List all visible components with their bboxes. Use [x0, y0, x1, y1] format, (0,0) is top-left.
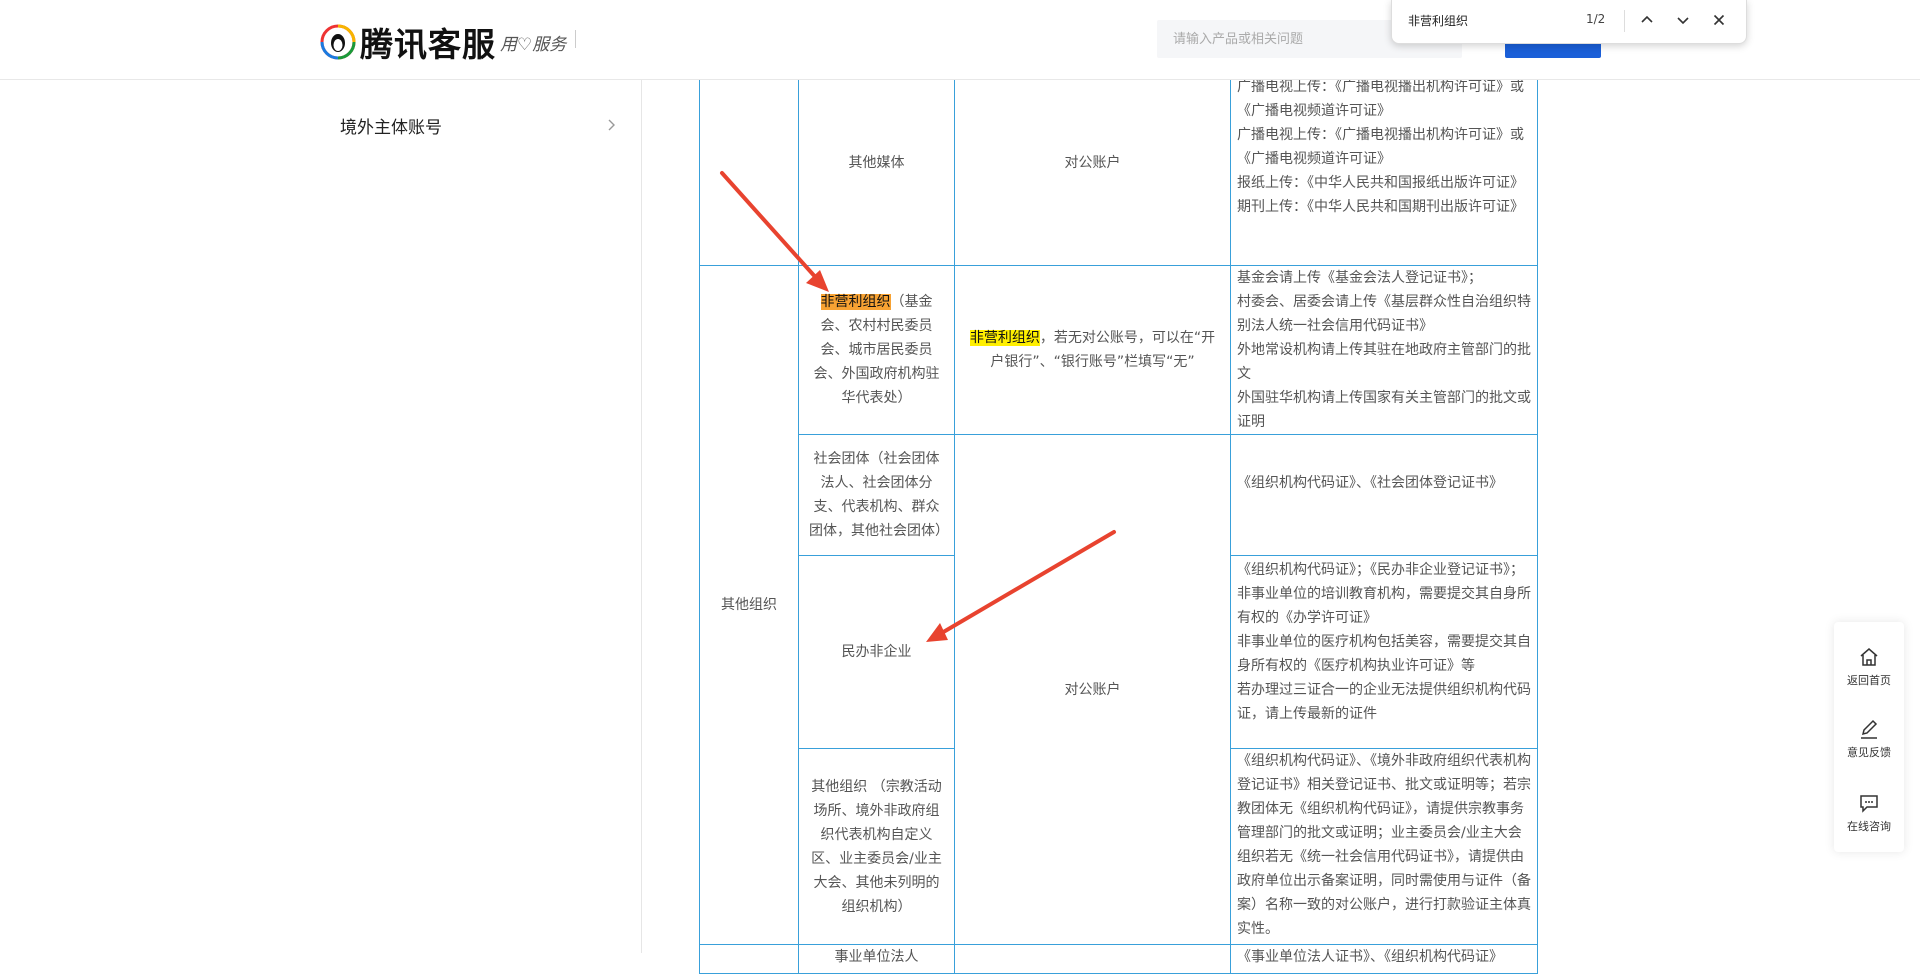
- find-close-button[interactable]: [1704, 6, 1734, 36]
- table-cell-empty-category: [699, 60, 799, 266]
- logo-divider: [575, 30, 576, 48]
- sidebar-item-overseas-account[interactable]: 境外主体账号: [340, 110, 618, 140]
- table-cell-type-other-org: 其他组织 （宗教活动场所、境外非政府组织代表机构自定义区、业主委员会/业主大会、…: [798, 748, 955, 945]
- logo-slogan: 用♡服务: [500, 34, 567, 55]
- find-previous-button[interactable]: [1632, 6, 1662, 36]
- back-home-button[interactable]: 返回首页: [1834, 632, 1904, 702]
- home-icon: [1860, 648, 1878, 666]
- close-icon: [1713, 14, 1725, 25]
- table-cell-account-nonprofit: 非营利组织，若无对公账号，可以在“开户银行”、“银行账号”栏填写“无”: [954, 265, 1231, 435]
- find-highlight-match: 非营利组织: [969, 330, 1040, 346]
- table-cell-account: 对公账户: [954, 60, 1231, 266]
- table-cell-requirements-nonprofit: 基金会请上传《基金会法人登记证书》； 村委会、居委会请上传《基层群众性自治组织特…: [1230, 265, 1538, 435]
- find-input[interactable]: 非营利组织: [1408, 12, 1468, 29]
- table-cell-type: 其他媒体: [798, 60, 955, 266]
- tencent-penguin-icon: [320, 24, 356, 60]
- back-home-label: 返回首页: [1847, 674, 1891, 687]
- find-in-page-bar: 非营利组织 1/2: [1391, 0, 1747, 44]
- table-cell-next-account: [954, 944, 1231, 974]
- table-cell-next-type: 事业单位法人: [798, 944, 955, 974]
- feedback-label: 意见反馈: [1847, 746, 1891, 759]
- table-cell-next-requirements: 《事业单位法人证书》、《组织机构代码证》: [1230, 944, 1538, 974]
- table-cell-requirements-social: 《组织机构代码证》、《社会团体登记证书》: [1230, 434, 1538, 556]
- online-chat-button[interactable]: 在线咨询: [1834, 778, 1904, 848]
- table-cell-requirements: 广播电视上传：《广播电视播出机构许可证》或《广播电视频道许可证》 广播电视上传：…: [1230, 60, 1538, 266]
- sidebar-item-label: 境外主体账号: [340, 117, 442, 138]
- find-next-button[interactable]: [1668, 6, 1698, 36]
- chat-icon: [1860, 795, 1878, 813]
- chevron-right-icon: [608, 119, 615, 131]
- feedback-button[interactable]: 意见反馈: [1834, 704, 1904, 774]
- sidebar-divider: [641, 79, 642, 953]
- table-cell-requirements-other-org: 《组织机构代码证》、《境外非政府组织代表机构登记证书》相关登记证书、批文或证明等…: [1230, 748, 1538, 945]
- edit-icon: [1861, 719, 1878, 739]
- table-cell-requirements-private: 《组织机构代码证》；《民办非企业登记证书》； 非事业单位的培训教育机构，需要提交…: [1230, 555, 1538, 749]
- find-highlight-current: 非营利组织: [820, 294, 891, 310]
- online-chat-label: 在线咨询: [1847, 820, 1891, 833]
- table-cell-category: 其他组织: [699, 265, 799, 945]
- table-cell-next-category: [699, 944, 799, 974]
- table-cell-type-social: 社会团体（社会团体法人、社会团体分支、代表机构、群众团体，其他社会团体）: [798, 434, 955, 556]
- table-cell-type-nonprofit: 非营利组织（基金会、农村村民委员会、城市居民委员会、外国政府机构驻华代表处）: [798, 265, 955, 435]
- find-match-count: 1/2: [1586, 12, 1606, 26]
- table-cell-type-private: 民办非企业: [798, 555, 955, 749]
- logo-text: 腾讯客服: [360, 25, 496, 64]
- chevron-up-icon: [1641, 15, 1653, 23]
- site-logo[interactable]: 腾讯客服 用♡服务: [320, 18, 566, 66]
- chevron-down-icon: [1677, 16, 1689, 24]
- table-cell-account-shared: 对公账户: [954, 434, 1231, 945]
- floating-action-panel: 返回首页 意见反馈 在线咨询: [1834, 622, 1904, 852]
- find-divider: [1624, 10, 1625, 32]
